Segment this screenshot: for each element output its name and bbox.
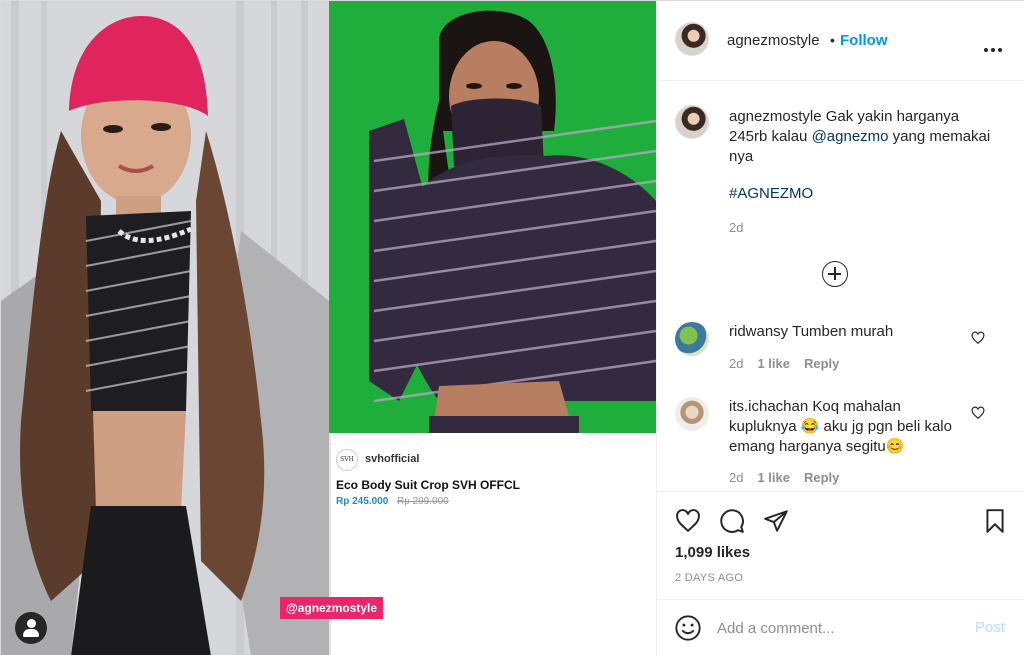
- photo-tag-label: @agnezmostyle: [280, 597, 384, 619]
- comment-text: its.ichachan Koq mahalan kupluknya 😂 aku…: [729, 397, 969, 457]
- comment-time: 2d: [729, 356, 744, 371]
- brand-logo: SVH: [336, 449, 358, 471]
- heart-icon[interactable]: [675, 508, 701, 534]
- post-caption: agnezmostyle Gak yakin harganya 245rb ka…: [729, 107, 999, 167]
- post-actions: 1,099 likes 2 DAYS AGO: [657, 491, 1024, 599]
- avatar[interactable]: [675, 22, 709, 56]
- comment-likes[interactable]: 1 like: [757, 470, 790, 485]
- photo-right: [329, 1, 656, 433]
- comment-input[interactable]: [717, 618, 947, 638]
- photo-left: [1, 1, 329, 655]
- comment-text: ridwansy Tumben murah: [729, 322, 969, 342]
- header-username[interactable]: agnezmostyle: [727, 32, 820, 49]
- comment-username[interactable]: ridwansy: [729, 323, 788, 340]
- comment-time: 2d: [729, 470, 744, 485]
- caption-mention[interactable]: @agnezmo: [812, 128, 889, 145]
- likes-count[interactable]: 1,099 likes: [675, 544, 750, 561]
- product-card[interactable]: [329, 433, 656, 655]
- reply-button[interactable]: Reply: [804, 356, 839, 371]
- user-tag-icon[interactable]: [15, 612, 47, 644]
- separator-dot: •: [830, 32, 835, 48]
- instagram-post: SVH svhofficial Eco Body Suit Crop SVH O…: [0, 0, 1024, 655]
- post-header: agnezmostyle • Follow: [657, 1, 1024, 81]
- product-price: Rp 245.000: [336, 496, 389, 507]
- product-name: Eco Body Suit Crop SVH OFFCL: [336, 478, 521, 492]
- caption-username[interactable]: agnezmostyle: [729, 108, 822, 125]
- reply-button[interactable]: Reply: [804, 470, 839, 485]
- add-comment-bar: Post: [657, 599, 1024, 655]
- comment-likes[interactable]: 1 like: [757, 356, 790, 371]
- post-button[interactable]: Post: [975, 619, 1005, 636]
- share-icon[interactable]: [763, 508, 789, 534]
- caption-avatar[interactable]: [675, 105, 709, 139]
- post-date: 2 DAYS AGO: [675, 572, 744, 584]
- comment-body: Tumben murah: [788, 323, 894, 340]
- plus-circle-icon[interactable]: [822, 261, 848, 287]
- caption-hashtag[interactable]: #AGNEZMO: [729, 185, 813, 202]
- commenter-avatar[interactable]: [675, 322, 709, 356]
- emoji-icon[interactable]: [674, 614, 702, 642]
- more-icon[interactable]: [984, 39, 1006, 52]
- caption-time: 2d: [729, 220, 744, 235]
- post-sidebar: agnezmostyle • Follow agnezmostyle Gak y…: [656, 1, 1024, 655]
- follow-button[interactable]: Follow: [840, 32, 888, 49]
- brand-name: svhofficial: [365, 453, 420, 465]
- comment-heart-icon[interactable]: [971, 406, 985, 420]
- commenter-avatar[interactable]: [675, 397, 709, 431]
- post-media[interactable]: SVH svhofficial Eco Body Suit Crop SVH O…: [1, 1, 656, 655]
- model-photo-illustration: [329, 1, 656, 433]
- comment-username[interactable]: its.ichachan: [729, 398, 808, 415]
- product-original-price: Rp 299.000: [397, 496, 449, 507]
- comment-icon[interactable]: [719, 508, 745, 534]
- bookmark-icon[interactable]: [982, 508, 1008, 534]
- comment-meta: 2d 1 like Reply: [729, 356, 853, 371]
- comment-meta: 2d 1 like Reply: [729, 470, 853, 485]
- woman-photo-illustration: [1, 1, 329, 655]
- comment-heart-icon[interactable]: [971, 331, 985, 345]
